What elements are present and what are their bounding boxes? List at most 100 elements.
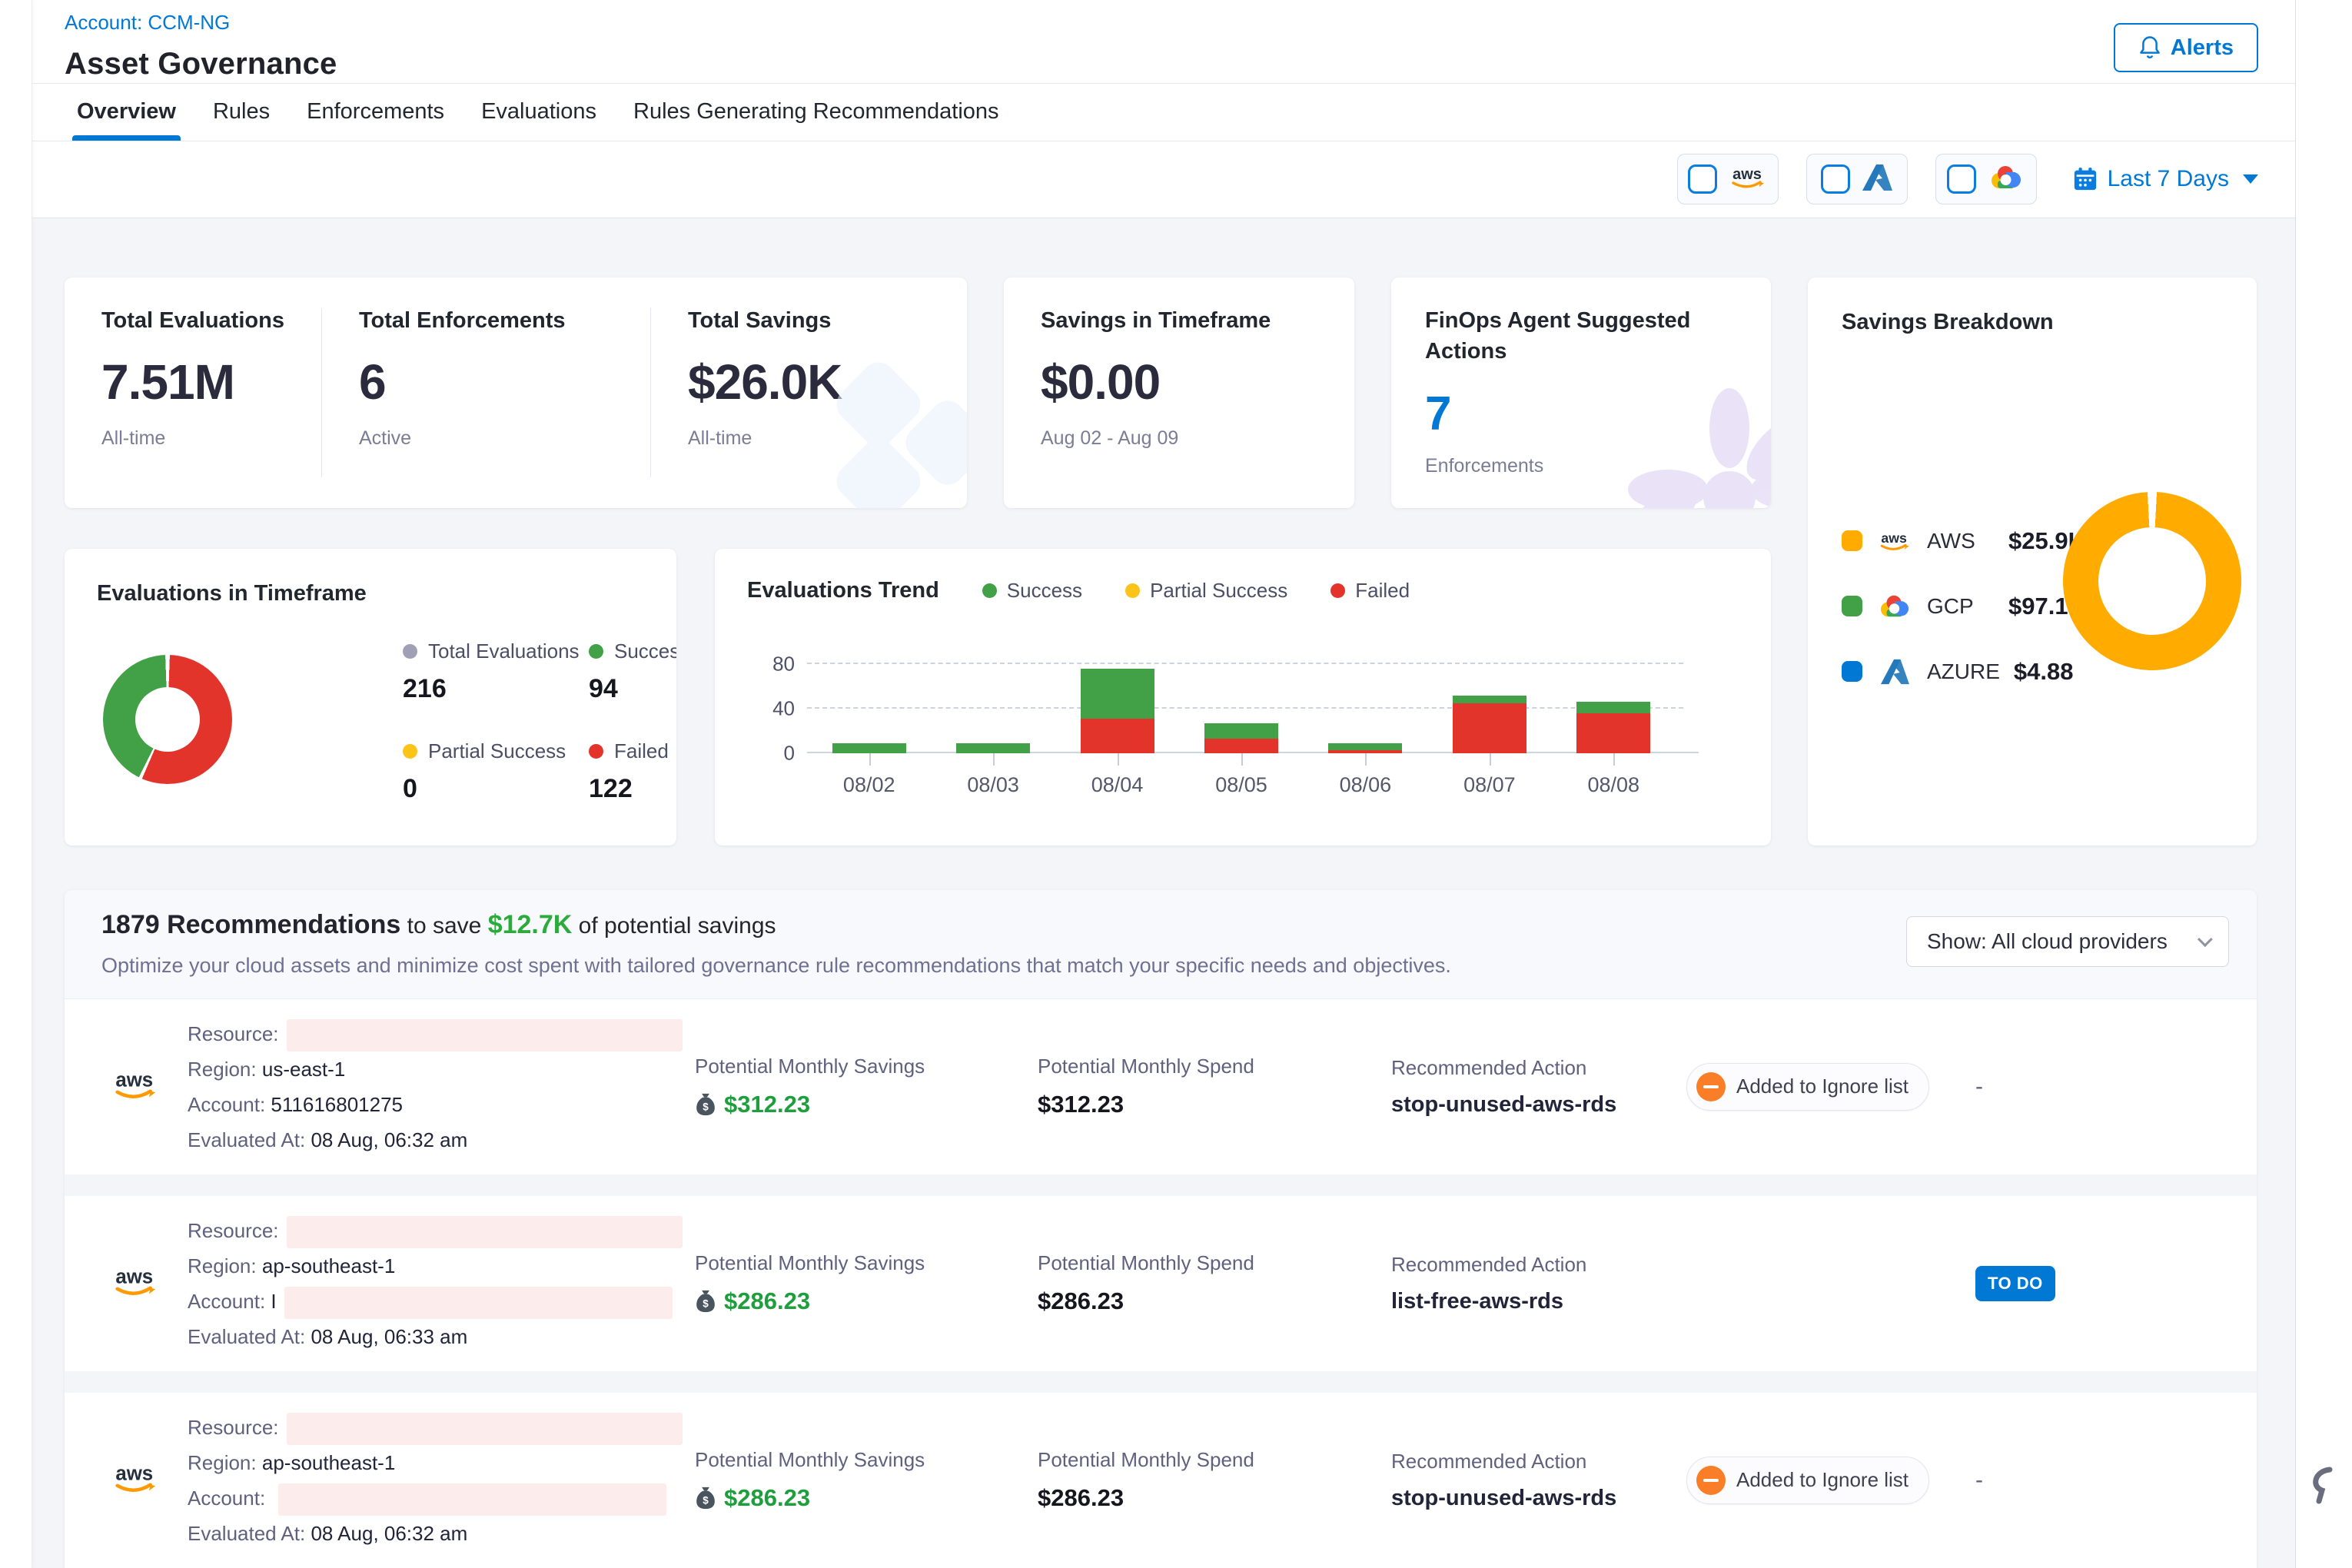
date-range-picker[interactable]: Last 7 Days [2072,166,2258,192]
cloud-provider-filter-dropdown[interactable]: Show: All cloud providers [1906,916,2229,967]
svg-text:aws: aws [115,1267,153,1288]
legend-item-partial-success: Partial Success0 [403,739,589,804]
extra-cell: - [1975,1467,2257,1493]
potential-monthly-spend: Potential Monthly Spend $312.23 [1038,1055,1391,1118]
status-cell: Added to Ignore list [1686,1063,1975,1111]
potential-monthly-spend: Potential Monthly Spend $286.23 [1038,1251,1391,1315]
resource-details: Resource: Region: ap-southeast-1 Account… [188,1213,695,1354]
legend-item-partial-success: Partial Success [1125,579,1287,603]
legend-item-failed: Failed [1330,579,1410,603]
finops-agent-card: FinOps Agent Suggested Actions 7 Enforce… [1391,277,1771,508]
legend-item-success: Success [982,579,1082,603]
minus-circle-icon [1696,1466,1726,1495]
action-value: stop-unused-aws-rds [1391,1092,1686,1118]
recommendation-row[interactable]: aws Resource: Region: us-east-1 Account:… [65,999,2257,1174]
potential-monthly-savings: Potential Monthly Savings $ $312.23 [695,1055,1038,1118]
legend-label: AZURE [1927,659,2000,684]
decorative-diamonds [798,354,967,508]
action-value: list-free-aws-rds [1391,1289,1686,1314]
left-nav-rail[interactable] [0,0,32,1568]
legend-label: AWS [1927,529,1995,553]
stat-sublabel: Active [359,427,650,450]
svg-text:aws: aws [115,1463,153,1485]
stat-total-evaluations: Total Evaluations 7.51M All-time [65,308,321,477]
filter-provider-gcp[interactable] [1935,154,2037,204]
evaluations-donut-chart [103,655,232,784]
aws-checkbox[interactable] [1688,164,1717,194]
minus-circle-icon [1696,1072,1726,1101]
azure-color-chip [1842,661,1862,682]
stat-title: Total Enforcements [359,308,650,334]
azure-checkbox[interactable] [1821,164,1850,194]
azure-logo-icon [1876,658,1913,686]
evaluations-in-timeframe-card: Evaluations in Timeframe Total Evaluatio… [65,549,676,845]
card-title: FinOps Agent Suggested Actions [1425,305,1702,367]
savings-value: $286.23 [724,1484,810,1512]
legend-item-azure: AZURE $4.88 [1842,658,2257,686]
legend-item-failed: Failed122 [589,739,676,804]
summary-stats-card: Total Evaluations 7.51M All-time Total E… [65,277,967,508]
filter-provider-aws[interactable]: aws [1677,154,1779,204]
filter-provider-azure[interactable] [1806,154,1908,204]
savings-value: $286.23 [724,1287,810,1315]
savings-breakdown-card: Savings Breakdown aws AWS $25.9K GCP $97… [1808,277,2257,845]
provider-cell: aws [111,1460,188,1500]
tab-rules[interactable]: Rules [213,84,270,141]
recommendations-count: 1879 Recommendations [101,910,400,939]
tab-overview[interactable]: Overview [77,84,176,141]
page-header: Account: CCM-NG Asset Governance Alerts [32,0,2295,84]
potential-monthly-savings: Potential Monthly Savings $ $286.23 [695,1251,1038,1315]
dropdown-value: Show: All cloud providers [1927,929,2168,954]
legend-item-success: Success94 [589,639,676,704]
decorative-flower [1614,382,1771,508]
recommendations-title: 1879 Recommendations to save $12.7K of p… [101,910,1451,940]
right-utility-rail[interactable] [2295,0,2352,1568]
svg-text:$: $ [703,1298,709,1310]
aws-logo-icon: aws [111,1460,160,1500]
tab-rules-generating-recommendations[interactable]: Rules Generating Recommendations [633,84,999,141]
account-breadcrumb-link[interactable]: Account: CCM-NG [65,11,230,35]
recommendations-header: 1879 Recommendations to save $12.7K of p… [65,890,2257,999]
tab-evaluations[interactable]: Evaluations [481,84,596,141]
recommended-action: Recommended Action list-free-aws-rds [1391,1253,1686,1314]
filter-bar: aws Last 7 Days [32,141,2295,218]
svg-text:aws: aws [1732,166,1762,183]
recommendation-row[interactable]: aws Resource: Region: ap-southeast-1 Acc… [65,1196,2257,1371]
recommendation-row[interactable]: aws Resource: Region: ap-southeast-1 Acc… [65,1393,2257,1568]
card-title: Savings Breakdown [1842,310,2257,335]
gcp-logo-icon [1987,162,2025,197]
alerts-button[interactable]: Alerts [2114,23,2258,72]
added-to-ignore-list-pill[interactable]: Added to Ignore list [1686,1457,1929,1504]
dash-value: - [1975,1467,1983,1493]
aws-logo-icon: aws [1728,164,1768,195]
savings-breakdown-donut-chart [2063,492,2241,670]
provider-cell: aws [111,1263,188,1304]
potential-savings-amount: $12.7K [488,910,573,939]
caret-down-icon [2243,174,2258,184]
aws-logo-icon: aws [111,1263,160,1304]
content: Total Evaluations 7.51M All-time Total E… [32,218,2295,1568]
gcp-checkbox[interactable] [1947,164,1976,194]
alerts-label: Alerts [2171,35,2234,61]
tab-enforcements[interactable]: Enforcements [307,84,444,141]
legend-value: $4.88 [2014,658,2074,686]
date-range-label: Last 7 Days [2108,166,2229,192]
stat-total-enforcements: Total Enforcements 6 Active [321,308,650,477]
stat-sublabel: Aug 02 - Aug 09 [1041,427,1354,450]
resource-details: Resource: Region: ap-southeast-1 Account… [188,1410,695,1551]
recommendations-list: aws Resource: Region: us-east-1 Account:… [65,999,2257,1568]
aws-logo-icon: aws [111,1066,160,1107]
added-to-ignore-list-pill[interactable]: Added to Ignore list [1686,1063,1929,1111]
gcp-logo-icon [1876,592,1913,621]
money-bag-icon: $ [695,1092,716,1117]
chevron-down-icon [2198,932,2213,947]
money-bag-icon: $ [695,1486,716,1510]
card-title: Evaluations in Timeframe [97,581,676,606]
recommendations-subtitle: Optimize your cloud assets and minimize … [101,954,1451,978]
legend-label: GCP [1927,594,1995,619]
svg-text:$: $ [703,1495,709,1507]
todo-badge[interactable]: TO DO [1975,1266,2055,1301]
stat-value: 6 [359,354,650,410]
money-bag-icon: $ [695,1289,716,1314]
evaluations-trend-card: Evaluations Trend Success Partial Succes… [715,549,1771,845]
